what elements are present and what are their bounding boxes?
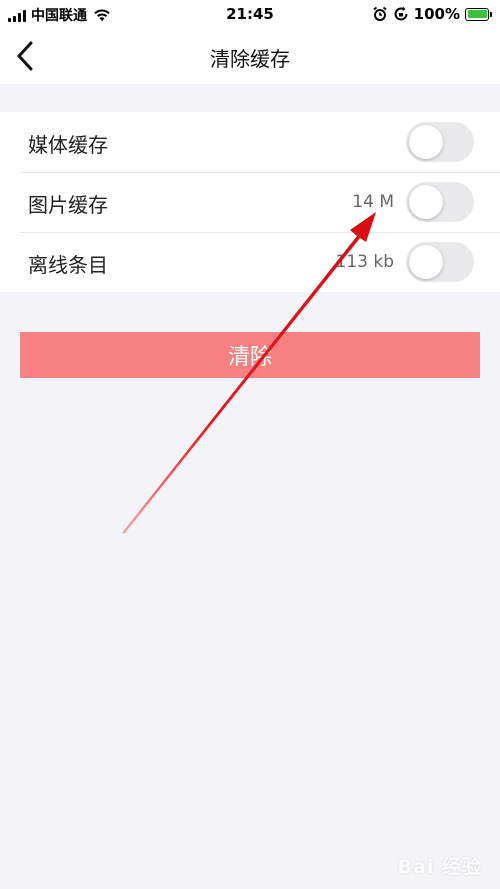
toggle-knob [409, 125, 443, 159]
cache-row-label: 图片缓存 [28, 193, 108, 217]
cache-size: 14 M [352, 192, 394, 212]
media-cache-toggle[interactable] [406, 122, 474, 162]
navigation-bar: 清除缓存 [0, 28, 500, 84]
alarm-icon [373, 6, 387, 21]
status-bar-right: 100% [372, 5, 492, 23]
cache-row-label: 离线条目 [28, 253, 108, 277]
cache-row-label: 媒体缓存 [28, 133, 108, 157]
page-title: 清除缓存 [210, 47, 290, 71]
status-bar: 中国联通 21:45 100% [0, 0, 500, 28]
cache-size: 113 kb [335, 252, 395, 272]
battery-icon [465, 7, 492, 21]
toggle-knob [409, 185, 443, 219]
cache-row-image: 图片缓存 14 M [0, 172, 500, 232]
clear-button[interactable]: 清除 [20, 332, 480, 378]
cache-list: 媒体缓存 图片缓存 14 M 离线条目 113 kb [0, 112, 500, 292]
rotation-lock-icon [394, 6, 408, 21]
watermark: Bai 经验 [397, 856, 482, 878]
cache-row-media: 媒体缓存 [0, 112, 500, 172]
battery-percent: 100% [413, 5, 460, 23]
image-cache-toggle[interactable] [406, 182, 474, 222]
offline-items-toggle[interactable] [406, 242, 474, 282]
toggle-knob [409, 245, 443, 279]
cache-row-offline: 离线条目 113 kb [0, 232, 500, 292]
